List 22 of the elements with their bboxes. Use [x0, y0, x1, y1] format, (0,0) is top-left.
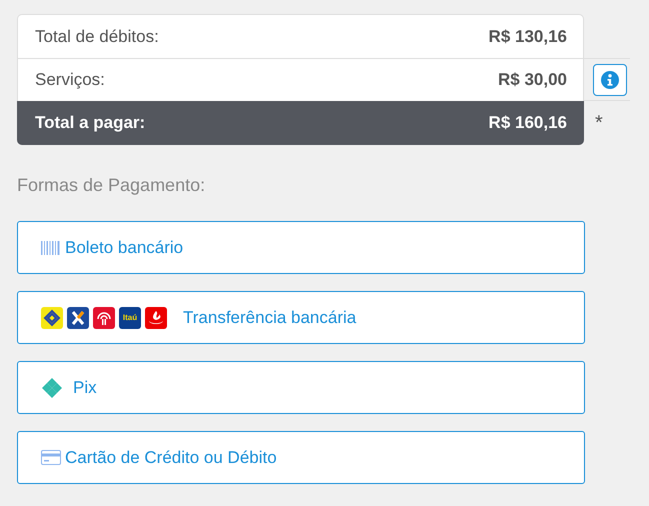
bank-logo-icon: [41, 306, 63, 328]
row-label: Serviços:: [35, 70, 105, 90]
payment-option[interactable]: Boleto bancário: [17, 221, 585, 274]
row-value: R$ 130,16: [488, 26, 567, 46]
row-label: Total de débitos:: [35, 26, 159, 46]
barcode-icon: [41, 240, 61, 254]
payment-option[interactable]: Pix: [17, 361, 585, 414]
row-value: R$ 30,00: [498, 70, 567, 90]
info-button[interactable]: [593, 64, 627, 96]
bank-logo-icon: [93, 306, 115, 328]
bank-logo-icon: [67, 306, 89, 328]
info-icon: [601, 70, 619, 88]
row-label: Total a pagar:: [35, 113, 146, 133]
payment-option[interactable]: Cartão de Crédito ou Débito: [17, 431, 585, 484]
row-value: R$ 160,16: [488, 113, 567, 133]
bank-logo-icon: [145, 306, 167, 328]
footnote-mark: *: [595, 112, 603, 134]
diamond-icon: [41, 376, 63, 398]
section-title: Formas de Pagamento:: [17, 175, 206, 196]
payment-option[interactable]: Itaú Transferência bancária: [17, 291, 585, 344]
bank-logo: Itaú: [119, 306, 141, 328]
credit-card-icon: [41, 450, 61, 465]
